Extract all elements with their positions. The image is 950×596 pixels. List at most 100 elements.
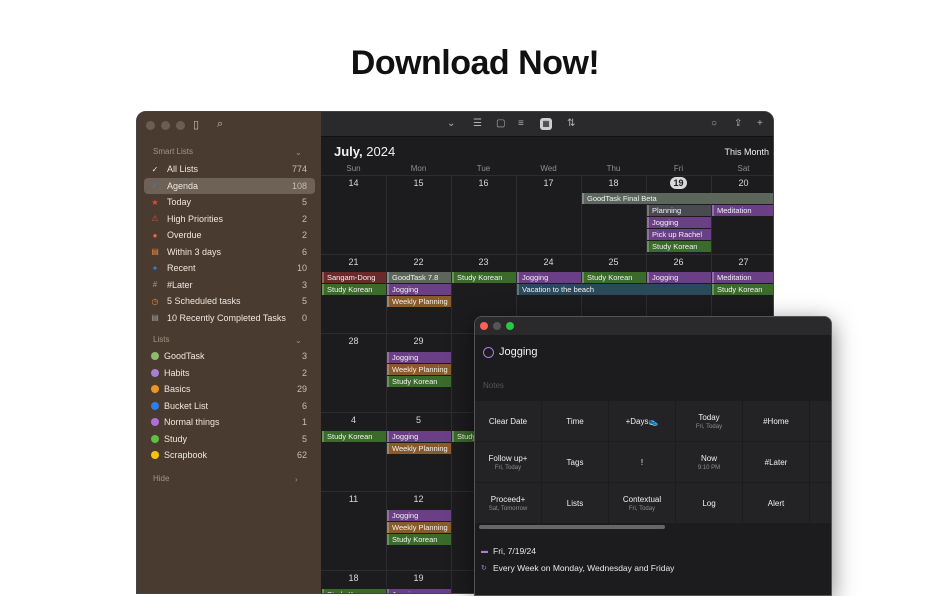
day-view-icon[interactable]: ▢	[496, 118, 505, 129]
quick-action-button[interactable]: !	[609, 442, 675, 482]
sidebar-item-10-recently-completed-tasks[interactable]: ▤ 10 Recently Completed Tasks 0	[144, 310, 315, 326]
calendar-event[interactable]: Jogging	[647, 272, 711, 283]
chevron-right-icon[interactable]: ›	[295, 475, 298, 484]
day-number[interactable]: 20	[711, 178, 773, 188]
month-view-icon[interactable]: ▦	[540, 118, 552, 130]
calendar-event[interactable]: Jogging	[387, 589, 451, 593]
calendar-event[interactable]: Study Korean	[712, 284, 773, 295]
day-number[interactable]: 24	[516, 257, 581, 267]
calendar-event[interactable]: Vacation to the beach	[517, 284, 711, 295]
list-item-goodtask[interactable]: GoodTask 3	[144, 348, 315, 364]
calendar-event[interactable]: Study Korean	[322, 284, 386, 295]
sidebar-item-overdue[interactable]: ● Overdue 2	[144, 227, 315, 243]
zoom-button[interactable]	[176, 121, 185, 130]
calendar-event[interactable]: Study Korean	[582, 272, 646, 283]
quick-action-button[interactable]: +30	[810, 442, 831, 482]
calendar-event[interactable]: Pick up Rachel	[647, 229, 711, 240]
sidebar-item-today[interactable]: ★ Today 5	[144, 194, 315, 210]
sidebar-item-within-3-days[interactable]: ▤ Within 3 days 6	[144, 244, 315, 260]
quick-action-button[interactable]: +	[810, 483, 831, 523]
sort-icon[interactable]: ⇅	[567, 118, 575, 129]
close-button[interactable]	[146, 121, 155, 130]
calendar-event[interactable]: Weekly Planning	[387, 364, 451, 375]
quick-action-button[interactable]: +Days👟	[609, 401, 675, 441]
this-month-button[interactable]: This Month	[724, 147, 769, 157]
quick-action-button[interactable]: Contextual Fri, Today	[609, 483, 675, 523]
calendar-event[interactable]: Study Korean	[322, 589, 386, 593]
calendar-event[interactable]: GoodTask Final Beta	[582, 193, 773, 204]
popup-minimize-button[interactable]	[493, 322, 501, 330]
chevron-down-icon[interactable]: ⌄	[295, 148, 302, 157]
calendar-event[interactable]: Jogging	[387, 284, 451, 295]
sidebar-toggle-icon[interactable]: ▯	[193, 118, 199, 131]
list-item-normal-things[interactable]: Normal things 1	[144, 414, 315, 430]
due-date-row[interactable]: ▬ Fri, 7/19/24	[481, 546, 536, 556]
quick-action-button[interactable]: #Later	[743, 442, 809, 482]
hide-toggle[interactable]: Hide	[153, 474, 169, 483]
day-number[interactable]: 4	[321, 415, 386, 425]
week-view-icon[interactable]: ≡	[518, 118, 524, 129]
sidebar-item--later[interactable]: # #Later 3	[144, 277, 315, 293]
quick-action-button[interactable]: #Home	[743, 401, 809, 441]
day-number[interactable]: 28	[321, 336, 386, 346]
quick-action-button[interactable]: Time	[542, 401, 608, 441]
quick-action-button[interactable]: Follow up+ Fri, Today	[475, 442, 541, 482]
task-title[interactable]: Jogging	[483, 346, 538, 358]
minimize-button[interactable]	[161, 121, 170, 130]
calendar-event[interactable]: Study Korean	[387, 376, 451, 387]
calendar-event[interactable]: Meditation	[712, 272, 773, 283]
quick-action-button[interactable]: Now 9:10 PM	[676, 442, 742, 482]
sidebar-item-recent[interactable]: ✦ Recent 10	[144, 260, 315, 276]
popup-close-button[interactable]	[480, 322, 488, 330]
day-number[interactable]: 12	[386, 494, 451, 504]
calendar-event[interactable]: Jogging	[387, 352, 451, 363]
sidebar-item-all-lists[interactable]: ✓ All Lists 774	[144, 161, 315, 177]
calendar-event[interactable]: Study Korean	[452, 272, 516, 283]
day-number[interactable]: 19	[386, 573, 451, 583]
complete-circle-icon[interactable]: ○	[711, 118, 717, 129]
list-item-study[interactable]: Study 5	[144, 431, 315, 447]
day-number[interactable]: 21	[321, 257, 386, 267]
calendar-event[interactable]: Planning	[647, 205, 711, 216]
repeat-row[interactable]: ↻ Every Week on Monday, Wednesday and Fri…	[481, 563, 674, 573]
calendar-event[interactable]: GoodTask 7.8	[387, 272, 451, 283]
calendar-event[interactable]: Weekly Planning	[387, 443, 451, 454]
search-icon[interactable]: ⌕	[217, 118, 223, 131]
list-item-bucket-list[interactable]: Bucket List 6	[144, 398, 315, 414]
calendar-event[interactable]: Jogging	[517, 272, 581, 283]
quick-action-button[interactable]: +5	[810, 401, 831, 441]
calendar-event[interactable]: Jogging	[647, 217, 711, 228]
quick-action-button[interactable]: Proceed+ Sat, Tomorrow	[475, 483, 541, 523]
day-number[interactable]: 23	[451, 257, 516, 267]
calendar-event[interactable]: Study Korean	[387, 534, 451, 545]
task-title-text[interactable]: Jogging	[499, 346, 538, 358]
calendar-event[interactable]: Jogging	[387, 510, 451, 521]
day-number[interactable]: 5	[386, 415, 451, 425]
calendar-event[interactable]: Study Korean	[322, 431, 386, 442]
quick-action-button[interactable]: Tags	[542, 442, 608, 482]
day-number[interactable]: 15	[386, 178, 451, 188]
calendar-event[interactable]: Jogging	[387, 431, 451, 442]
calendar-event[interactable]: Study Korean	[647, 241, 711, 252]
notes-field[interactable]: Notes	[483, 381, 504, 390]
day-number[interactable]: 29	[386, 336, 451, 346]
day-number[interactable]: 19	[646, 177, 711, 189]
list-view-icon[interactable]: ☰	[473, 118, 482, 129]
popup-zoom-button[interactable]	[506, 322, 514, 330]
sidebar-item-high-priorities[interactable]: ⚠ High Priorities 2	[144, 211, 315, 227]
day-number[interactable]: 18	[321, 573, 386, 583]
list-item-basics[interactable]: Basics 29	[144, 381, 315, 397]
day-number[interactable]: 14	[321, 178, 386, 188]
day-number[interactable]: 16	[451, 178, 516, 188]
list-item-scrapbook[interactable]: Scrapbook 62	[144, 447, 315, 463]
sidebar-item-5-scheduled-tasks[interactable]: ◷ 5 Scheduled tasks 5	[144, 293, 315, 309]
sidebar-item-agenda[interactable]: ✓ Agenda 108	[144, 177, 315, 194]
calendar-event[interactable]: Sangam-Dong	[322, 272, 386, 283]
quick-action-button[interactable]: Today Fri, Today	[676, 401, 742, 441]
day-number[interactable]: 27	[711, 257, 773, 267]
calendar-event[interactable]: Weekly Planning	[387, 522, 451, 533]
quick-action-button[interactable]: Lists	[542, 483, 608, 523]
chevron-down-icon[interactable]: ⌄	[295, 336, 302, 345]
day-number[interactable]: 25	[581, 257, 646, 267]
list-item-habits[interactable]: Habits 2	[144, 365, 315, 381]
